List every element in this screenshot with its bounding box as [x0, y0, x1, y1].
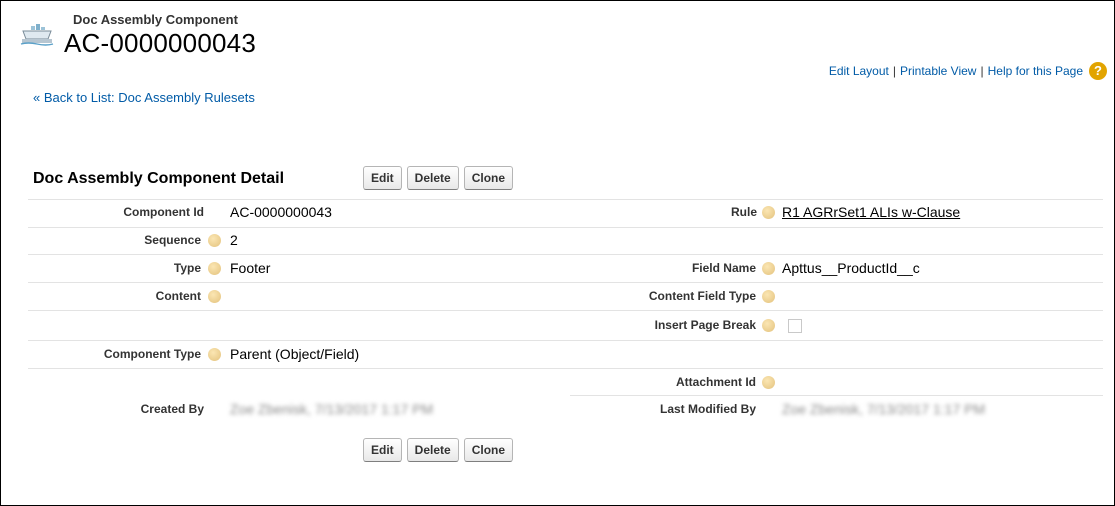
row-divider — [28, 199, 1103, 200]
edit-button-bottom[interactable]: Edit — [363, 438, 402, 462]
row-divider — [28, 254, 1103, 255]
component-type-label: Component Type — [103, 347, 201, 361]
insert-page-break-help-icon[interactable] — [762, 319, 775, 332]
delete-button-bottom[interactable]: Delete — [406, 438, 459, 462]
field-name-value: Apttus__ProductId__c — [782, 260, 920, 276]
link-separator: | — [980, 64, 984, 78]
component-id-label: Component Id — [123, 205, 204, 219]
sequence-label: Sequence — [144, 233, 201, 247]
attachment-id-label: Attachment Id — [675, 375, 756, 389]
field-name-label: Field Name — [691, 261, 756, 275]
component-type-help-icon[interactable] — [208, 348, 221, 361]
detail-section-title: Doc Assembly Component Detail — [33, 170, 285, 187]
created-by-label: Created By — [140, 402, 204, 416]
printable-view-link[interactable]: Printable View — [900, 64, 977, 78]
type-label: Type — [173, 261, 201, 275]
component-id-value: AC-0000000043 — [230, 204, 332, 220]
field-name-help-icon[interactable] — [762, 262, 775, 275]
rule-value: R1 AGRrSet1 ALIs w-Clause — [782, 204, 960, 220]
top-button-group: Edit Delete Clone — [363, 166, 514, 190]
help-icon[interactable]: ? — [1089, 62, 1107, 80]
content-label: Content — [155, 289, 201, 303]
record-title: AC-0000000043 — [64, 28, 256, 58]
row-divider — [570, 395, 1103, 396]
delete-button[interactable]: Delete — [406, 166, 459, 190]
row-divider — [28, 368, 1103, 369]
link-separator: | — [892, 64, 896, 78]
component-type-value: Parent (Object/Field) — [230, 346, 360, 362]
content-field-type-help-icon[interactable] — [762, 290, 775, 303]
type-help-icon[interactable] — [208, 262, 221, 275]
edit-button[interactable]: Edit — [363, 166, 402, 190]
insert-page-break-label: Insert Page Break — [654, 318, 756, 332]
row-divider — [28, 282, 1103, 283]
object-type-label: Doc Assembly Component — [73, 12, 238, 27]
conveyor-ship-icon — [20, 24, 54, 46]
row-divider — [28, 227, 1103, 228]
back-to-list-link[interactable]: « Back to List: Doc Assembly Rulesets — [33, 90, 255, 105]
last-modified-by-label: Last Modified By — [659, 402, 756, 416]
help-link[interactable]: Help for this Page — [988, 64, 1083, 78]
content-help-icon[interactable] — [208, 290, 221, 303]
row-divider — [28, 310, 1103, 311]
rule-help-icon[interactable] — [762, 206, 775, 219]
type-value: Footer — [230, 260, 271, 276]
insert-page-break-checkbox — [788, 319, 802, 333]
attachment-id-help-icon[interactable] — [762, 376, 775, 389]
content-field-type-label: Content Field Type — [648, 289, 756, 303]
sequence-help-icon[interactable] — [208, 234, 221, 247]
sequence-value: 2 — [230, 232, 238, 248]
last-modified-by-value: Zoe Zbenisk, 7/13/2017 1:17 PM — [782, 401, 986, 417]
clone-button-bottom[interactable]: Clone — [463, 438, 514, 462]
created-by-value: Zoe Zbenisk, 7/13/2017 1:17 PM — [230, 401, 434, 417]
clone-button[interactable]: Clone — [463, 166, 514, 190]
edit-layout-link[interactable]: Edit Layout — [829, 64, 889, 78]
top-links: Edit Layout | Printable View | Help for … — [829, 62, 1107, 80]
rule-label: Rule — [730, 205, 757, 219]
bottom-button-group: Edit Delete Clone — [363, 438, 514, 462]
rule-link[interactable]: R1 AGRrSet1 ALIs w-Clause — [782, 204, 960, 220]
row-divider — [28, 340, 1103, 341]
